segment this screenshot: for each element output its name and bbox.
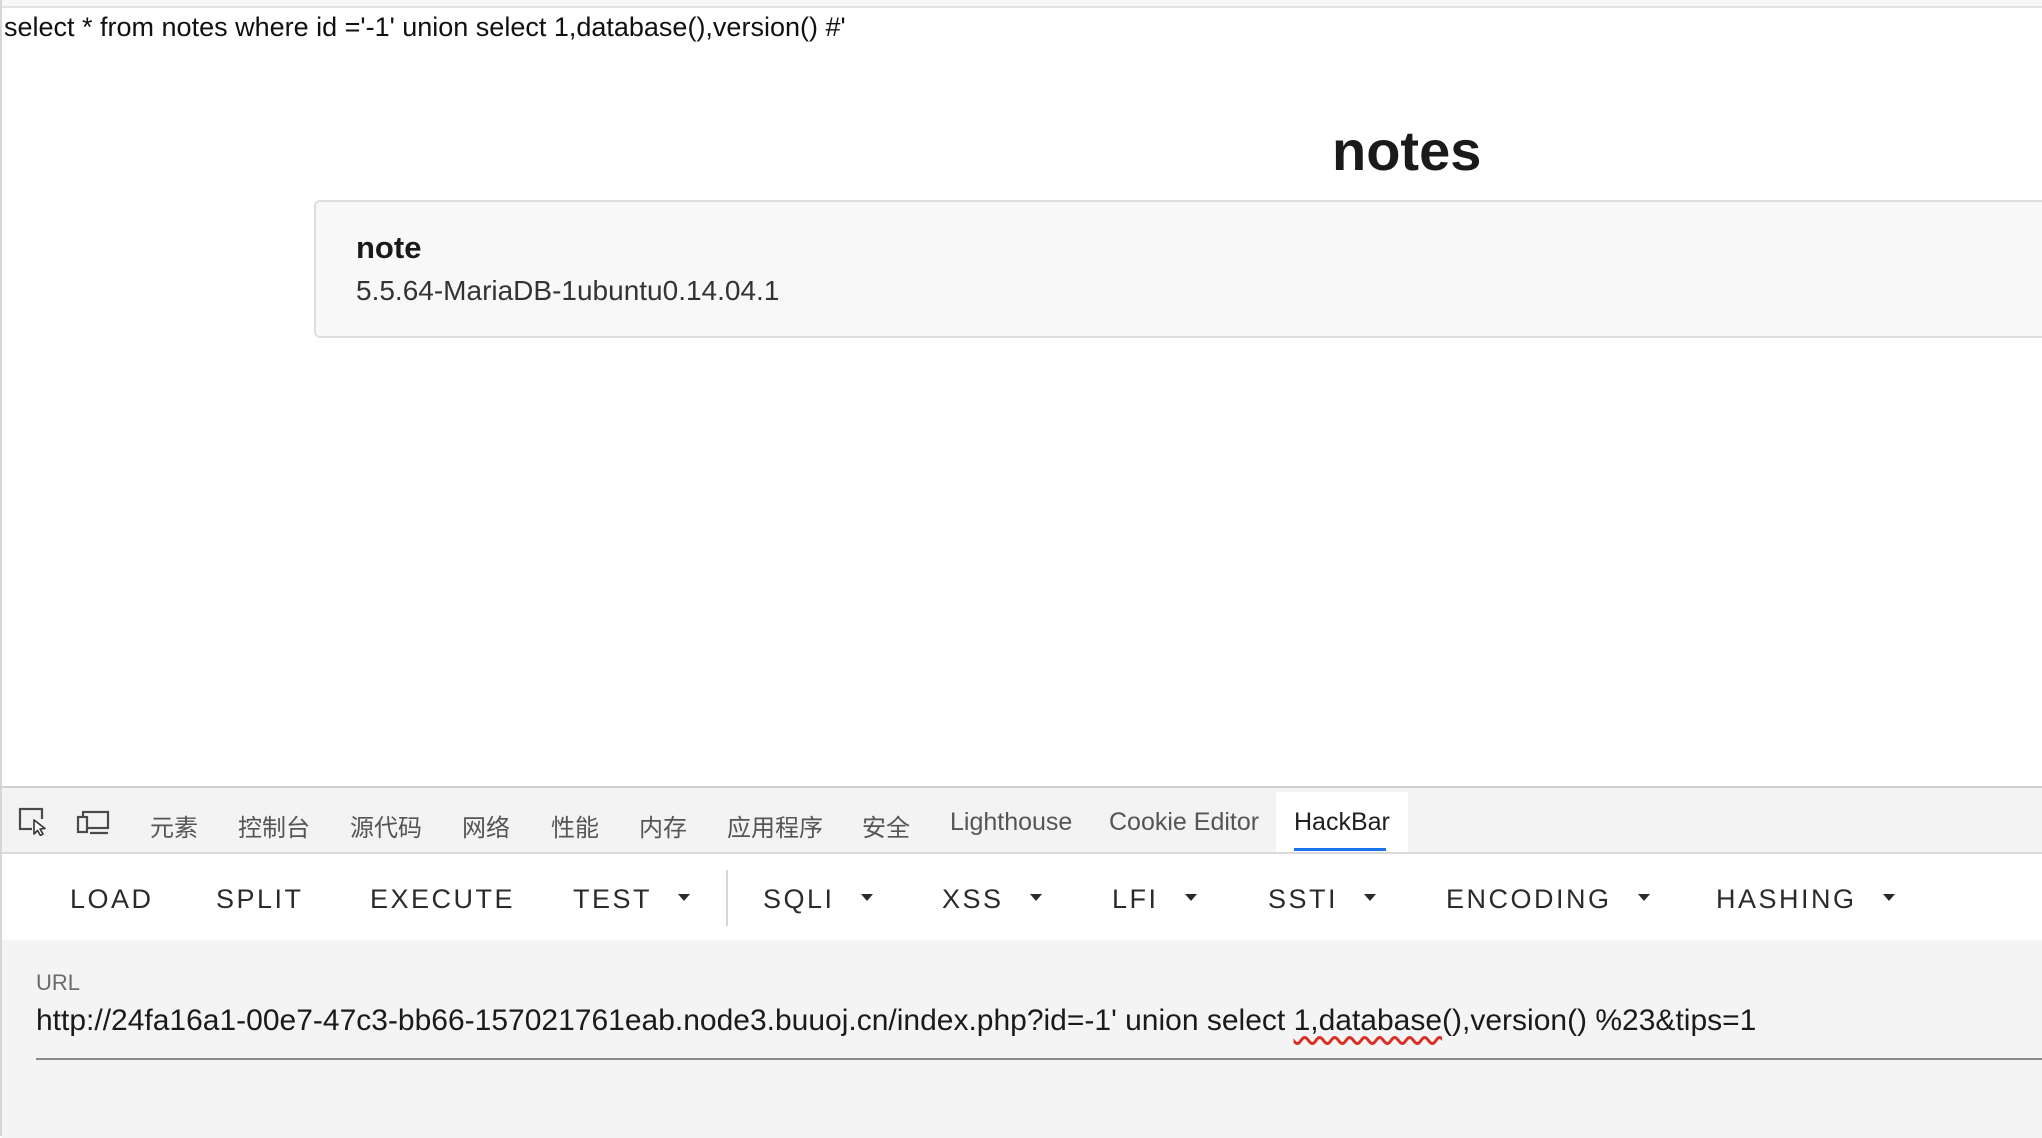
inspect-element-icon[interactable] — [18, 806, 52, 836]
sqli-menu-button[interactable]: SQLI — [763, 884, 873, 915]
devtools-panel: 元素 控制台 源代码 网络 性能 内存 应用程序 安全 Lighthouse C… — [0, 786, 2042, 1138]
device-toolbar-icon[interactable] — [76, 806, 110, 836]
tab-network[interactable]: 网络 — [462, 808, 510, 843]
tab-console[interactable]: 控制台 — [238, 808, 310, 843]
url-text-misspelled: 1,database — [1293, 1004, 1443, 1037]
load-button[interactable]: LOAD — [70, 884, 154, 915]
tab-elements[interactable]: 元素 — [150, 808, 198, 843]
test-menu-button[interactable]: TEST — [573, 884, 691, 915]
chevron-down-icon — [1882, 894, 1895, 902]
split-label: SPLIT — [216, 884, 304, 914]
tab-hackbar[interactable]: HackBar — [1294, 808, 1390, 837]
url-input-underline — [36, 1058, 2042, 1060]
note-content: 5.5.64-MariaDB-1ubuntu0.14.04.1 — [356, 275, 780, 306]
note-card: note 5.5.64-MariaDB-1ubuntu0.14.04.1 — [314, 200, 2042, 338]
ssti-label: SSTI — [1268, 884, 1339, 914]
tab-memory[interactable]: 内存 — [639, 808, 687, 843]
tab-cookie-editor[interactable]: Cookie Editor — [1109, 808, 1259, 837]
sql-query-text: select * from notes where id ='-1' union… — [4, 12, 846, 42]
encoding-menu-button[interactable]: ENCODING — [1446, 884, 1650, 915]
lfi-label: LFI — [1112, 884, 1159, 914]
url-input[interactable]: http://24fa16a1-00e7-47c3-bb66-157021761… — [36, 1004, 1756, 1038]
chevron-down-icon — [1364, 894, 1377, 902]
active-tab-indicator — [1294, 848, 1386, 851]
tab-security[interactable]: 安全 — [862, 808, 910, 843]
chevron-down-icon — [1637, 894, 1650, 902]
tab-performance[interactable]: 性能 — [551, 808, 599, 843]
sqli-label: SQLI — [763, 884, 835, 914]
url-label: URL — [36, 970, 81, 995]
chevron-down-icon — [1029, 894, 1042, 902]
xss-label: XSS — [942, 884, 1004, 914]
tab-sources[interactable]: 源代码 — [350, 808, 422, 843]
execute-button[interactable]: EXECUTE — [370, 884, 515, 915]
page-viewport: select * from notes where id ='-1' union… — [0, 0, 2042, 786]
url-text-end: (),version() %23&tips=1 — [1442, 1004, 1757, 1037]
load-label: LOAD — [70, 884, 154, 914]
chevron-down-icon — [1184, 894, 1197, 902]
ssti-menu-button[interactable]: SSTI — [1268, 884, 1377, 915]
encoding-label: ENCODING — [1446, 884, 1612, 914]
url-field-container: URL http://24fa16a1-00e7-47c3-bb66-15702… — [2, 940, 2042, 1138]
tab-application[interactable]: 应用程序 — [727, 808, 823, 843]
chevron-down-icon — [860, 894, 873, 902]
toolbar-divider — [726, 870, 728, 926]
lfi-menu-button[interactable]: LFI — [1112, 884, 1197, 915]
hackbar-toolbar: LOAD SPLIT EXECUTE TEST SQLI XSS LFI SST… — [2, 854, 2042, 940]
note-title: note — [356, 230, 422, 265]
devtools-tab-bar: 元素 控制台 源代码 网络 性能 内存 应用程序 安全 Lighthouse C… — [2, 788, 2042, 854]
hashing-label: HASHING — [1716, 884, 1857, 914]
tab-lighthouse[interactable]: Lighthouse — [950, 808, 1072, 837]
test-label: TEST — [573, 884, 653, 914]
xss-menu-button[interactable]: XSS — [942, 884, 1042, 915]
chevron-down-icon — [678, 894, 691, 902]
hashing-menu-button[interactable]: HASHING — [1716, 884, 1895, 915]
split-button[interactable]: SPLIT — [216, 884, 304, 915]
top-border — [2, 0, 2042, 8]
execute-label: EXECUTE — [370, 884, 516, 914]
page-title: notes — [1332, 119, 1482, 182]
url-text-start: http://24fa16a1-00e7-47c3-bb66-157021761… — [36, 1004, 1294, 1037]
